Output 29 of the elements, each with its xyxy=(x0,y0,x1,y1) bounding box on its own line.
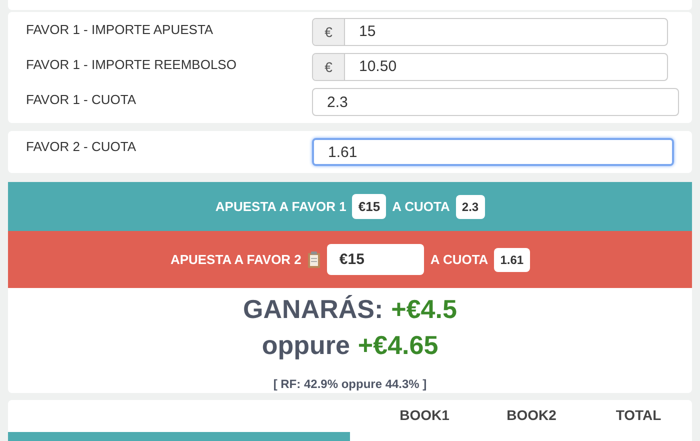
currency-input-field[interactable]: € 10.50 xyxy=(312,53,668,81)
currency-addon: € xyxy=(313,54,345,80)
input-field[interactable]: 15 xyxy=(345,19,667,45)
column-header: BOOK1 xyxy=(398,406,450,425)
field-label: FAVOR 1 - IMPORTE APUESTA xyxy=(25,21,214,39)
stake-badge: €15 xyxy=(352,194,386,220)
input-field[interactable]: 2.3 xyxy=(312,88,679,116)
bet-label: APUESTA A FAVOR 2 xyxy=(170,250,302,269)
result-label: oppure xyxy=(262,329,350,362)
stake-field[interactable]: €15 xyxy=(327,244,424,275)
field-label: FAVOR 1 - IMPORTE REEMBOLSO xyxy=(25,56,238,74)
odds-badge: 1.61 xyxy=(494,248,530,272)
currency-input-field[interactable]: € 15 xyxy=(312,18,668,46)
bet-label: APUESTA A FAVOR 1 xyxy=(215,198,346,216)
input-field[interactable]: 10.50 xyxy=(345,54,667,80)
profit-value: +€4.5 xyxy=(391,293,457,326)
odds-label: A CUOTA xyxy=(430,250,488,269)
clipboard-icon[interactable] xyxy=(307,250,322,268)
rating-text: [ RF: 42.9% oppure 44.3% ] xyxy=(273,376,427,393)
field-label: FAVOR 1 - CUOTA xyxy=(25,91,138,109)
field-label: FAVOR 2 - CUOTA xyxy=(25,138,138,156)
input-field[interactable]: 1.61 xyxy=(312,138,674,166)
column-header: TOTAL xyxy=(614,406,662,425)
odds-label: A CUOTA xyxy=(392,198,450,216)
result-label: GANARÁS: xyxy=(243,293,384,326)
column-header: BOOK2 xyxy=(506,406,558,425)
profit-value: +€4.65 xyxy=(358,329,438,362)
odds-badge: 2.3 xyxy=(456,194,485,218)
currency-addon: € xyxy=(313,19,345,45)
